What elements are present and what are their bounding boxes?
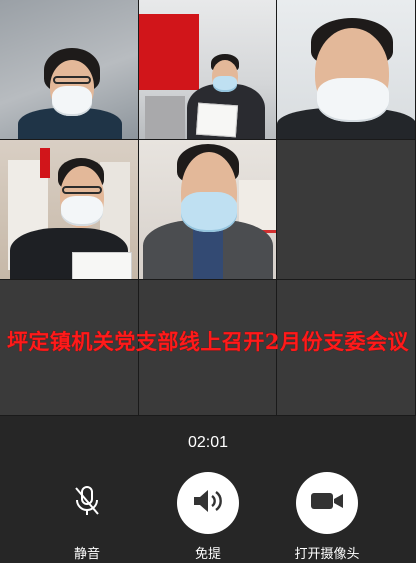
video-camera-icon bbox=[309, 489, 345, 517]
speaker-control[interactable]: 免提 bbox=[153, 472, 263, 562]
speaker-label: 免提 bbox=[194, 547, 221, 562]
participant-video-1[interactable] bbox=[0, 0, 139, 140]
meeting-caption: 坪定镇机关党支部线上召开2月份支委会议 bbox=[6, 329, 410, 354]
mute-button[interactable] bbox=[56, 472, 118, 534]
red-flag bbox=[40, 148, 50, 178]
participant-mask bbox=[61, 196, 103, 226]
participant-mask bbox=[181, 192, 237, 232]
participant-mask bbox=[52, 86, 92, 116]
paper-document bbox=[72, 252, 132, 279]
speaker-icon bbox=[191, 486, 225, 520]
call-timer: 02:01 bbox=[187, 434, 229, 451]
video-call-screen: 坪定镇机关党支部线上召开2月份支委会议 02:01 静音 免提 打开摄像头 bbox=[0, 0, 416, 563]
chair bbox=[145, 96, 185, 139]
camera-button[interactable] bbox=[296, 472, 358, 534]
speaker-button[interactable] bbox=[177, 472, 239, 534]
participant-glasses bbox=[53, 76, 91, 84]
participant-video-5[interactable] bbox=[139, 140, 277, 280]
participant-mask bbox=[317, 78, 389, 122]
empty-video-slot bbox=[277, 140, 416, 280]
microphone-muted-icon bbox=[72, 484, 102, 522]
participant-mask bbox=[213, 76, 237, 92]
participant-video-4[interactable] bbox=[0, 140, 139, 280]
mute-label: 静音 bbox=[73, 547, 100, 562]
participant-video-3[interactable] bbox=[277, 0, 416, 140]
red-flag bbox=[139, 14, 199, 90]
participant-glasses bbox=[62, 186, 102, 194]
mute-control[interactable]: 静音 bbox=[32, 472, 142, 562]
camera-label: 打开摄像头 bbox=[294, 547, 360, 562]
paper-document bbox=[195, 102, 239, 138]
participant-video-2[interactable] bbox=[139, 0, 277, 140]
camera-control[interactable]: 打开摄像头 bbox=[272, 472, 382, 562]
